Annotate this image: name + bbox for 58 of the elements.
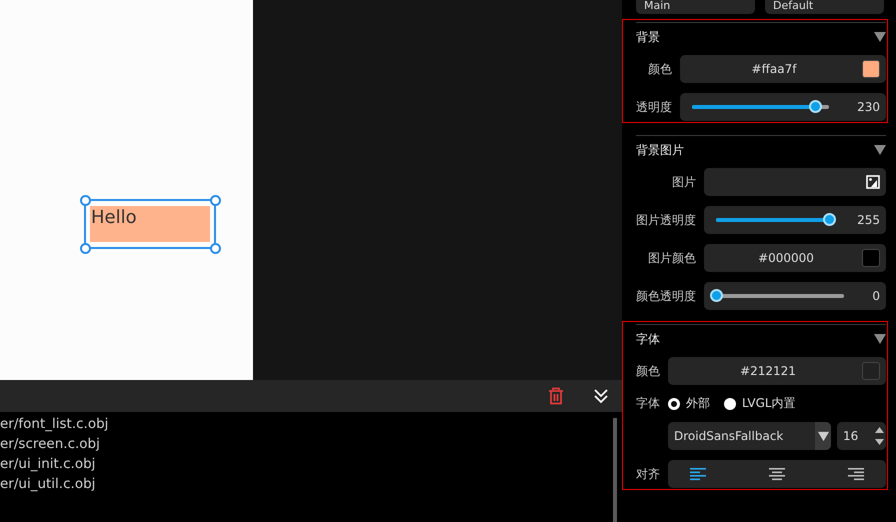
- console-line: er/ui_util.c.obj: [0, 475, 96, 494]
- spin-arrows-icon[interactable]: [875, 425, 884, 447]
- field-label: 颜色: [636, 362, 660, 380]
- field-label: 颜色透明度: [636, 288, 696, 304]
- dropdown[interactable]: Main: [636, 0, 755, 14]
- resize-handle[interactable]: [210, 242, 220, 254]
- dropdown[interactable]: Default: [765, 0, 884, 14]
- color-swatch[interactable]: [862, 362, 880, 380]
- console-line: er/screen.c.obj: [0, 435, 101, 454]
- triangle-down-icon[interactable]: [874, 333, 886, 345]
- slider-thumb[interactable]: [823, 213, 836, 226]
- section-title: 背景: [636, 28, 660, 46]
- trash-icon[interactable]: [548, 387, 564, 405]
- field-label: 颜色: [648, 60, 672, 78]
- radio-option[interactable]: 外部: [668, 395, 710, 412]
- radio-option[interactable]: LVGL内置: [724, 395, 796, 412]
- resize-handle[interactable]: [210, 194, 220, 206]
- resize-handle[interactable]: [80, 242, 90, 254]
- slider-value: 0: [872, 289, 880, 303]
- radio-icon[interactable]: [668, 398, 680, 410]
- label-widget[interactable]: Hello: [90, 206, 210, 242]
- field-label: 图片颜色: [648, 250, 696, 266]
- slider-thumb[interactable]: [710, 289, 723, 302]
- color-swatch[interactable]: [862, 60, 880, 78]
- selection-frame[interactable]: Hello: [84, 199, 216, 249]
- image-icon: [866, 175, 880, 189]
- font-select[interactable]: DroidSansFallback: [668, 422, 831, 450]
- slider-value: 255: [857, 213, 880, 227]
- section-title: 背景图片: [636, 142, 684, 158]
- size-spinbox[interactable]: 16: [837, 422, 886, 450]
- slider-value: 230: [857, 100, 880, 114]
- section-title: 字体: [636, 330, 660, 348]
- color-field[interactable]: #212121: [668, 357, 886, 385]
- radio-icon[interactable]: [724, 398, 736, 410]
- field-label: 对齐: [636, 466, 660, 482]
- double-chevron-down-icon[interactable]: [594, 388, 608, 404]
- scrollbar[interactable]: [613, 418, 617, 522]
- field-label: 透明度: [636, 98, 672, 116]
- triangle-down-icon[interactable]: [874, 31, 886, 43]
- field-label: 图片: [672, 174, 696, 190]
- align-button[interactable]: [688, 465, 708, 483]
- image-field[interactable]: [704, 168, 886, 196]
- align-left-icon: [690, 467, 706, 481]
- triangle-down-icon[interactable]: [874, 144, 886, 156]
- align-button[interactable]: [767, 465, 787, 483]
- field-label: 字体: [636, 395, 660, 412]
- triangle-down-icon[interactable]: [818, 430, 828, 442]
- align-center-icon: [769, 467, 785, 481]
- slider-thumb[interactable]: [809, 100, 822, 113]
- align-right-icon: [848, 467, 864, 481]
- resize-handle[interactable]: [80, 194, 90, 206]
- align-button[interactable]: [846, 465, 866, 483]
- field-label: 图片透明度: [636, 212, 696, 228]
- color-swatch[interactable]: [862, 249, 880, 267]
- console-line: er/font_list.c.obj: [0, 415, 110, 434]
- color-field[interactable]: #ffaa7f: [680, 55, 886, 83]
- color-field[interactable]: #000000: [704, 244, 886, 272]
- console-line: er/ui_init.c.obj: [0, 455, 96, 474]
